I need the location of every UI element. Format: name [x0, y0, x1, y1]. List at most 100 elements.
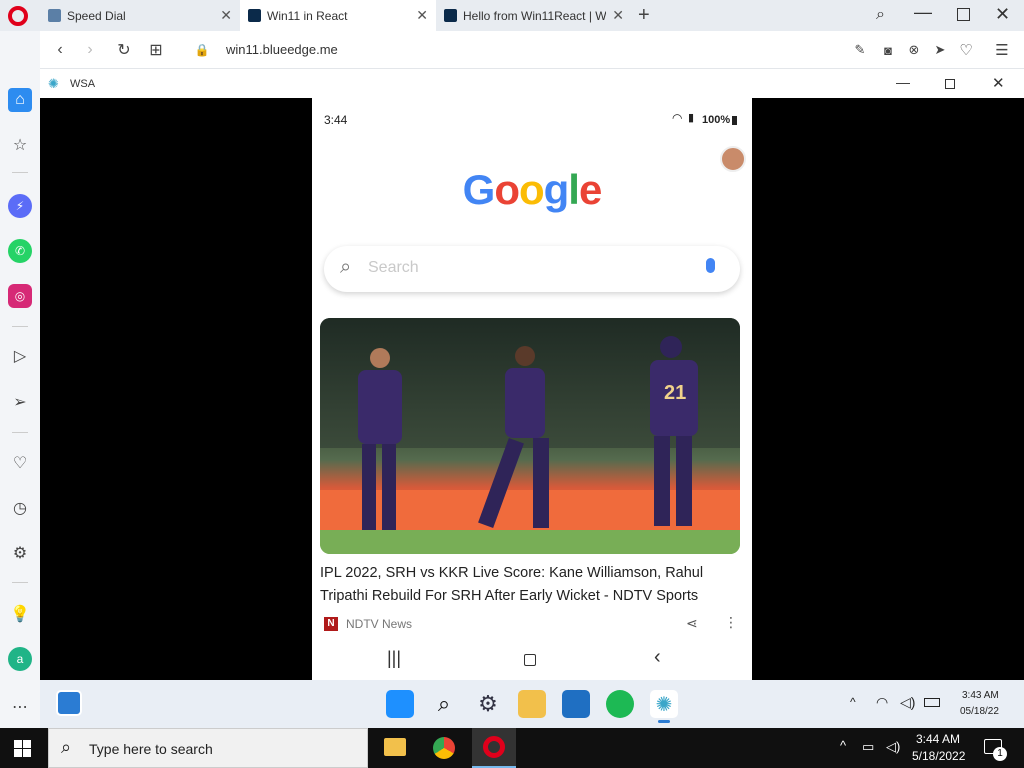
- back-button[interactable]: ‹: [46, 31, 74, 69]
- history-icon[interactable]: ◷: [8, 496, 32, 520]
- wsa-restore-button[interactable]: [945, 79, 955, 89]
- battery-icon: [732, 116, 737, 125]
- lightbulb-icon[interactable]: 💡: [8, 602, 32, 626]
- wsa-icon: ✺: [48, 76, 59, 91]
- home-button[interactable]: [524, 654, 536, 666]
- send-icon[interactable]: ➤: [926, 31, 954, 69]
- heart-icon[interactable]: ♡: [8, 451, 32, 475]
- home-icon[interactable]: ⌂: [8, 88, 32, 112]
- tab-win11-in-react[interactable]: Win11 in React ✕: [240, 0, 436, 31]
- close-window-button[interactable]: ✕: [995, 4, 1010, 25]
- instagram-icon[interactable]: ◎: [8, 284, 32, 308]
- news-image[interactable]: 21: [320, 318, 740, 554]
- mic-icon[interactable]: [706, 258, 715, 273]
- volume-icon[interactable]: ◁): [886, 739, 900, 755]
- react-app-icon[interactable]: ✺: [650, 690, 678, 718]
- lock-icon: 🔒: [194, 43, 210, 57]
- close-icon[interactable]: ✕: [416, 7, 428, 24]
- react-icon: [248, 9, 261, 22]
- tiles-icon[interactable]: ⊞: [142, 31, 170, 69]
- signal-icon: ▮: [688, 112, 695, 124]
- search-icon: ⌕: [61, 737, 72, 757]
- source-badge: N: [324, 617, 338, 631]
- jersey-number: 21: [664, 382, 687, 404]
- wsa-title: WSA: [70, 78, 96, 90]
- camera-icon[interactable]: ◙: [874, 31, 902, 69]
- player-center: [478, 332, 565, 542]
- restore-button[interactable]: [957, 8, 970, 21]
- forward-button[interactable]: ›: [76, 31, 104, 69]
- settings-icon[interactable]: ⚙: [474, 690, 502, 718]
- more-options-icon[interactable]: ⋮: [724, 614, 738, 631]
- wsa-close-button[interactable]: ✕: [992, 74, 1005, 92]
- search-icon: ⌕: [340, 256, 352, 278]
- notification-count-badge: 1: [993, 747, 1007, 761]
- win11-clock-date[interactable]: 05/18/22: [960, 706, 999, 717]
- status-time: 3:44: [324, 113, 348, 127]
- minimize-button[interactable]: —: [914, 2, 932, 23]
- star-icon[interactable]: ☆: [8, 133, 32, 157]
- new-tab-button[interactable]: +: [638, 4, 650, 27]
- whatsapp-icon[interactable]: ✆: [8, 239, 32, 263]
- react-icon: [444, 9, 457, 22]
- store-icon[interactable]: [562, 690, 590, 718]
- search-bar[interactable]: ⌕ Search: [324, 246, 740, 292]
- url-field[interactable]: win11.blueedge.me: [226, 31, 338, 69]
- block-ads-icon[interactable]: ⊗: [900, 31, 928, 69]
- tab-title: Win11 in React: [267, 8, 348, 23]
- wifi-icon: ◠: [672, 111, 683, 125]
- wsa-titlebar: ✺ WSA — ✕: [40, 70, 1024, 98]
- grid-icon: [48, 9, 61, 22]
- windows-start-icon[interactable]: [14, 740, 31, 757]
- chrome-icon[interactable]: [433, 737, 455, 759]
- close-icon[interactable]: ✕: [220, 7, 232, 24]
- taskbar-search-placeholder: Type here to search: [89, 741, 213, 757]
- logo-text: Google: [462, 166, 603, 213]
- opera-logo-icon[interactable]: [8, 6, 28, 26]
- tray-chevron-icon[interactable]: ^: [850, 695, 856, 709]
- search-icon[interactable]: ⌕: [430, 690, 458, 718]
- close-icon[interactable]: ✕: [612, 7, 624, 24]
- file-explorer-icon[interactable]: [384, 738, 406, 756]
- player-right: 21: [620, 322, 710, 542]
- taskbar-search-box[interactable]: ⌕ Type here to search: [48, 728, 368, 768]
- recents-button[interactable]: |||: [387, 648, 401, 669]
- wsa-minimize-button[interactable]: —: [896, 74, 910, 90]
- player-icon[interactable]: ▷: [8, 344, 32, 368]
- tab-hello-win11react[interactable]: Hello from Win11React | W ✕: [436, 0, 632, 31]
- win11-clock-time[interactable]: 3:43 AM: [962, 690, 999, 701]
- tab-title: Speed Dial: [67, 8, 126, 23]
- reload-button[interactable]: ↻: [110, 31, 138, 69]
- news-headline[interactable]: IPL 2022, SRH vs KKR Live Score: Kane Wi…: [320, 562, 740, 608]
- file-explorer-icon[interactable]: [518, 690, 546, 718]
- gear-icon[interactable]: ⚙: [8, 541, 32, 565]
- send-icon[interactable]: ➢: [8, 390, 32, 414]
- battery-level: 100%: [702, 114, 731, 126]
- aria-icon[interactable]: a: [8, 647, 32, 671]
- tray-chevron-icon[interactable]: ^: [840, 738, 846, 753]
- windows-start-icon[interactable]: [386, 690, 414, 718]
- divider: [12, 582, 28, 583]
- spotify-icon[interactable]: [606, 690, 634, 718]
- settings-menu-icon[interactable]: ☰: [988, 31, 1016, 69]
- address-bar: ‹ › ↻ ⊞ 🔒 win11.blueedge.me ✎ ◙ ⊗ ➤ ♡ ☰: [40, 31, 1024, 69]
- volume-icon[interactable]: ◁): [900, 694, 915, 711]
- messenger-icon[interactable]: ⚡: [8, 194, 32, 218]
- search-tabs-icon[interactable]: ⌕: [876, 6, 885, 24]
- divider: [12, 326, 28, 327]
- android-screen: 3:44 ◠ ▮ 100% Google ⌕ Search 21 IPL 202…: [312, 98, 752, 680]
- share-icon[interactable]: ⋖: [686, 615, 698, 632]
- clock-date[interactable]: 5/18/2022: [912, 749, 965, 763]
- widgets-icon[interactable]: [56, 690, 82, 716]
- back-button[interactable]: ‹: [654, 646, 661, 669]
- google-logo: Google: [312, 166, 752, 214]
- opera-icon[interactable]: [472, 728, 516, 768]
- wifi-icon[interactable]: ◠: [876, 694, 888, 711]
- tab-speed-dial[interactable]: Speed Dial ✕: [40, 0, 240, 31]
- edit-icon[interactable]: ✎: [846, 31, 874, 69]
- clock-time[interactable]: 3:44 AM: [916, 732, 960, 746]
- network-icon[interactable]: ▭: [862, 739, 874, 755]
- more-icon[interactable]: ⋯: [8, 695, 32, 719]
- battery-icon[interactable]: [924, 698, 940, 707]
- heart-icon[interactable]: ♡: [952, 31, 980, 69]
